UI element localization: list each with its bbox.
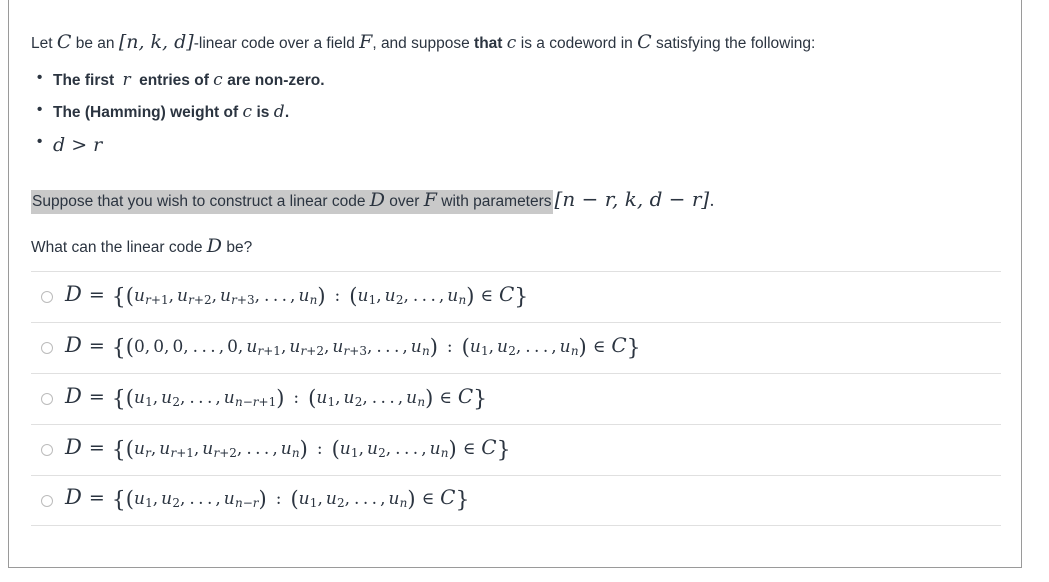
construct-text-3: with parameters (436, 193, 552, 210)
condition-list: The first r entries of c are non-zero. T… (31, 70, 325, 170)
list-item: The (Hamming) weight of c is d. (37, 102, 325, 122)
stem-math-nkd: [n, k, d] (118, 31, 194, 53)
stem-text-7: satisfying the following: (651, 35, 816, 52)
stem-text-3: -linear code over a field (193, 35, 360, 52)
bullet-math-dgtr: d > r (53, 134, 103, 156)
ask-text-a: What can the linear code (31, 239, 207, 256)
bullet-text-c: are non-zero. (222, 72, 325, 89)
construct-math-F: F (423, 189, 437, 211)
bullet-text-c: . (284, 104, 290, 121)
answer-options: D = {(ur+1, ur+2, ur+3,. . ., un): (u1, u2,. . … (31, 271, 1001, 526)
stem-text-2: be an (71, 35, 119, 52)
ask-text-b: be? (222, 239, 253, 256)
bullet-text-a: The first (53, 72, 119, 89)
radio-button-icon[interactable] (41, 291, 53, 303)
stem-text-1: Let (31, 35, 57, 52)
radio-button-icon[interactable] (41, 393, 53, 405)
construct-tail: [n − r, k, d − r]. (553, 187, 715, 211)
construct-text-1: Suppose that you wish to construct a lin… (32, 193, 370, 210)
bullet-text-a: The (Hamming) weight of (53, 104, 243, 121)
answer-option-math: D = {(ur, ur+1, ur+2,. . ., un): (u1, u2,. . .,… (65, 434, 511, 463)
radio-button-icon[interactable] (41, 494, 53, 507)
bullet-math-d: d (273, 102, 285, 122)
answer-option-3[interactable]: D = {(u1, u2,. . ., un−r+1): (u1, u2,. . ., un)… (31, 373, 1001, 424)
answer-option-math: D = {(0, 0, 0,. . ., 0, ur+1, ur+2, ur+3,. . .,u… (65, 332, 641, 361)
construct-math-params: [n − r, k, d − r] (554, 187, 710, 211)
answer-option-math: D = {(u1, u2,. . ., un−r+1): (u1, u2,. . ., un)… (65, 383, 488, 412)
construct-text-2: over (385, 193, 424, 210)
construct-period: . (709, 191, 715, 211)
stem-text-5: that (474, 35, 507, 52)
bullet-math-c: c (242, 102, 253, 122)
stem-math-C2: C (637, 31, 652, 53)
answer-option-4[interactable]: D = {(ur, ur+1, ur+2,. . ., un): (u1, u2,. . .,… (31, 424, 1001, 475)
question-card: Let C be an [n, k, d]-linear code over a… (8, 0, 1022, 568)
radio-button-icon[interactable] (41, 444, 53, 456)
highlighted-text: Suppose that you wish to construct a lin… (31, 189, 553, 214)
construct-statement: Suppose that you wish to construct a lin… (31, 184, 715, 215)
question-stem: Let C be an [n, k, d]-linear code over a… (31, 28, 815, 57)
answer-option-math: D = {(ur+1, ur+2, ur+3,. . ., un): (u1, u2,. . … (65, 281, 529, 310)
bullet-text-b: is (252, 104, 274, 121)
answer-option-2[interactable]: D = {(0, 0, 0,. . ., 0, ur+1, ur+2, ur+3,. . .,u… (31, 322, 1001, 373)
ask-math-D: D (206, 235, 223, 257)
stem-text-4: , and suppose (372, 35, 475, 52)
bullet-math-r: r (122, 70, 131, 90)
answer-option-1[interactable]: D = {(ur+1, ur+2, ur+3,. . ., un): (u1, u2,. . … (31, 271, 1001, 322)
question-prompt: What can the linear code D be? (31, 232, 252, 261)
stem-math-C1: C (56, 31, 72, 53)
stem-text-6: is a codeword in (516, 35, 638, 52)
construct-math-D: D (369, 189, 385, 211)
list-item: d > r (37, 134, 325, 156)
bullet-text-b: entries of (134, 72, 214, 89)
answer-option-math: D = {(u1, u2,. . ., un−r): (u1, u2,. . ., un) ∈ C… (65, 485, 470, 513)
answer-option-5[interactable]: D = {(u1, u2,. . ., un−r): (u1, u2,. . ., un) ∈ C… (31, 475, 1001, 526)
bullet-math-c: c (213, 70, 223, 90)
stem-math-F: F (359, 31, 373, 53)
list-item: The first r entries of c are non-zero. (37, 70, 325, 90)
radio-button-icon[interactable] (41, 342, 53, 354)
